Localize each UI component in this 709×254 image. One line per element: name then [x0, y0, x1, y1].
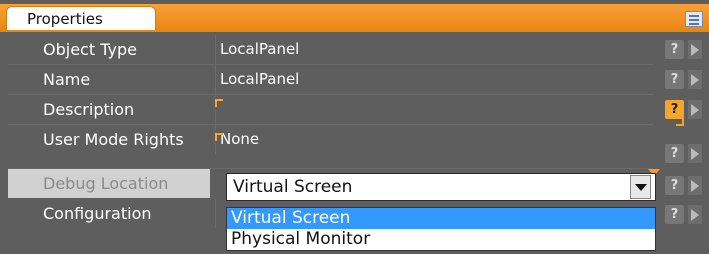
- help-icon[interactable]: ?: [665, 144, 684, 163]
- property-row-name: Name LocalPanel: [8, 65, 708, 94]
- property-row-object-type: Object Type LocalPanel: [8, 35, 708, 64]
- property-label: Debug Location: [8, 169, 210, 198]
- property-label: Description: [43, 100, 135, 119]
- property-label: Name: [43, 70, 91, 89]
- property-value[interactable]: LocalPanel: [220, 35, 660, 64]
- properties-tab[interactable]: Properties: [6, 6, 156, 30]
- help-icon[interactable]: ?: [665, 176, 684, 195]
- expand-arrow-icon[interactable]: [688, 100, 702, 119]
- property-label: Configuration: [43, 204, 152, 223]
- property-label: User Mode Rights: [43, 130, 184, 149]
- option-virtual-screen[interactable]: Virtual Screen: [227, 208, 655, 229]
- expand-arrow-icon[interactable]: [688, 205, 702, 224]
- chevron-down-icon[interactable]: [630, 175, 651, 199]
- debug-location-options: Virtual Screen Physical Monitor: [226, 207, 656, 251]
- property-value[interactable]: [220, 95, 660, 124]
- list-view-icon[interactable]: [685, 11, 703, 27]
- help-icon[interactable]: ?: [665, 205, 684, 224]
- help-icon[interactable]: ?: [665, 40, 684, 59]
- focus-corner: [215, 99, 223, 107]
- properties-panel: Properties Object Type LocalPanel ? Name…: [0, 0, 709, 254]
- property-value[interactable]: None: [220, 125, 660, 154]
- expand-arrow-icon[interactable]: [688, 40, 702, 59]
- help-icon[interactable]: ?: [665, 70, 684, 89]
- property-row-description: Description: [8, 95, 708, 124]
- property-row-user-mode-rights: User Mode Rights None: [8, 125, 708, 154]
- expand-arrow-icon[interactable]: [688, 144, 702, 163]
- expand-arrow-icon[interactable]: [688, 176, 702, 195]
- property-label: Object Type: [43, 40, 137, 59]
- debug-location-select[interactable]: Virtual Screen: [226, 173, 656, 201]
- focus-corner: [215, 133, 223, 141]
- property-value[interactable]: LocalPanel: [220, 65, 660, 94]
- panel-header: Properties: [0, 4, 709, 32]
- option-physical-monitor[interactable]: Physical Monitor: [227, 229, 655, 250]
- help-icon[interactable]: ?: [665, 100, 684, 119]
- expand-arrow-icon[interactable]: [688, 70, 702, 89]
